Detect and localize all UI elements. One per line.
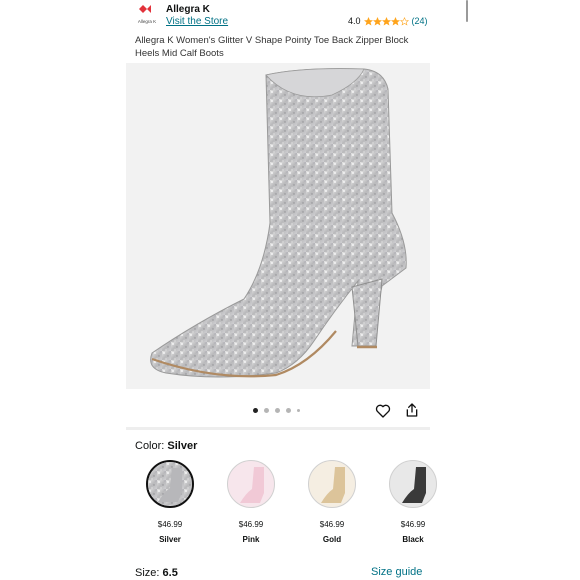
star-icon [390, 16, 400, 25]
product-image[interactable] [126, 63, 430, 389]
swatch-price: $46.99 [400, 520, 426, 529]
swatch-image[interactable] [227, 460, 275, 508]
star-icon [372, 16, 382, 25]
rating-stars [363, 16, 409, 26]
size-label: Size: 6.5 [135, 567, 178, 579]
swatch-price: $46.99 [238, 520, 264, 529]
boot-heel [351, 278, 383, 347]
share-icon[interactable] [404, 402, 420, 418]
swatch-price: $46.99 [157, 520, 183, 529]
swatch-name: Gold [322, 535, 342, 544]
section-divider [126, 427, 430, 430]
swatch-image[interactable] [308, 460, 356, 508]
rating-value: 4.0 [348, 16, 361, 26]
scrollbar[interactable] [466, 0, 468, 22]
gallery-dot[interactable] [275, 408, 280, 413]
gallery-dot[interactable] [297, 409, 300, 412]
gallery-dot[interactable] [253, 408, 258, 413]
swatch-name: Pink [242, 535, 260, 544]
swatch-image[interactable] [146, 460, 194, 508]
swatch-name: Silver [159, 535, 181, 544]
size-guide-link[interactable]: Size guide [371, 566, 422, 578]
color-label: Color: Silver [135, 440, 197, 452]
brand-name: Allegra K [166, 4, 210, 15]
gallery-dot[interactable] [264, 408, 269, 413]
swatch-name: Black [402, 535, 424, 544]
rating[interactable]: 4.0 (24) [348, 16, 428, 26]
color-swatch-black[interactable]: $46.99 Black [376, 460, 450, 544]
star-icon [399, 16, 409, 25]
heart-icon[interactable] [375, 403, 391, 419]
selected-color: Silver [167, 440, 198, 452]
product-title: Allegra K Women's Glitter V Shape Pointy… [135, 35, 409, 59]
gallery-pager[interactable] [253, 408, 300, 413]
brand-logo[interactable]: Allegra K [134, 4, 160, 26]
color-swatch-pink[interactable]: $46.99 Pink [214, 460, 288, 544]
brand-logo-text: Allegra K [138, 19, 156, 24]
color-swatch-silver[interactable]: $46.99 Silver [133, 460, 207, 544]
visit-store-link[interactable]: Visit the Store [166, 16, 228, 27]
star-icon [363, 16, 373, 25]
gallery-dot[interactable] [286, 408, 291, 413]
star-icon [381, 16, 391, 25]
swatch-price: $46.99 [319, 520, 345, 529]
selected-size: 6.5 [162, 567, 178, 579]
size-label-text: Size: [135, 567, 160, 579]
color-swatch-gold[interactable]: $46.99 Gold [295, 460, 369, 544]
color-label-text: Color: [135, 440, 165, 452]
rating-count[interactable]: (24) [412, 16, 428, 26]
swatch-image[interactable] [389, 460, 437, 508]
